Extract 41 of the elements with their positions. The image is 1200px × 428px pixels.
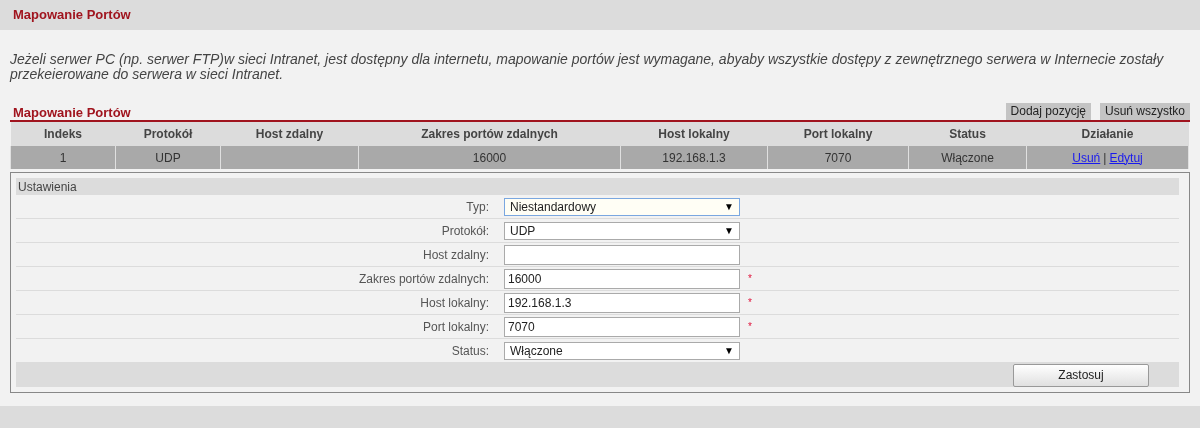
dropdown[interactable]: Niestandardowy ▼ (504, 197, 740, 216)
column-header: Działanie (1026, 122, 1189, 146)
field-label: Typ: (465, 198, 490, 216)
section-button[interactable]: Dodaj pozycję (1005, 103, 1091, 120)
column-header: Zakres portów zdalnych (358, 122, 621, 146)
page-title: Mapowanie Portów (13, 6, 131, 25)
field-label: Port lokalny: (421, 318, 490, 336)
table-cell: 16000 (358, 146, 621, 169)
column-header: Host zdalny (220, 122, 359, 146)
dropdown[interactable]: Włączone ▼ (504, 341, 740, 360)
input-field[interactable]: 7070 (504, 316, 740, 337)
table-cell: 1 (10, 146, 116, 169)
section-button[interactable]: Usuń wszystko (1099, 103, 1190, 120)
column-header: Indeks (10, 122, 116, 146)
column-header: Port lokalny (767, 122, 909, 146)
field-label: Host lokalny: (419, 294, 490, 312)
dropdown[interactable]: UDP ▼ (504, 221, 740, 240)
apply-button[interactable]: Zastosuj (1013, 363, 1149, 387)
table-cell: Włączone (908, 146, 1027, 169)
column-header: Protokół (115, 122, 221, 146)
required-mark: * (748, 272, 752, 286)
action-link[interactable]: Usuń (1072, 150, 1101, 165)
field-label: Host zdalny: (421, 246, 490, 264)
separator-text: | (1103, 150, 1107, 165)
table-cell: 192.168.1.3 (620, 146, 768, 169)
settings-title: Ustawienia (18, 178, 77, 196)
field-label: Zakres portów zdalnych: (357, 270, 490, 288)
section-title: Mapowanie Portów (12, 105, 131, 120)
required-mark: * (748, 320, 752, 334)
required-mark: * (748, 296, 752, 310)
column-header: Host lokalny (620, 122, 768, 146)
table-cell: UDP (115, 146, 221, 169)
description-text: Jeżeli serwer PC (np. serwer FTP)w sieci Intranet, jest dostępny dla internetu, mapowanie portów jest wymagane, abyaby wszystkie dostępy z zewnętrznego serwera w Internecie zostały przekeierowane do serwera w sieci Intranet. (10, 52, 1165, 82)
action-link[interactable]: Edytuj (1109, 150, 1143, 165)
table-cell: 7070 (767, 146, 909, 169)
input-field[interactable]: 16000 (504, 268, 740, 289)
input-field[interactable] (504, 244, 740, 265)
field-label: Status: (450, 342, 490, 360)
field-label: Protokół: (440, 222, 490, 240)
column-header: Status (908, 122, 1027, 146)
input-field[interactable]: 192.168.1.3 (504, 292, 740, 313)
